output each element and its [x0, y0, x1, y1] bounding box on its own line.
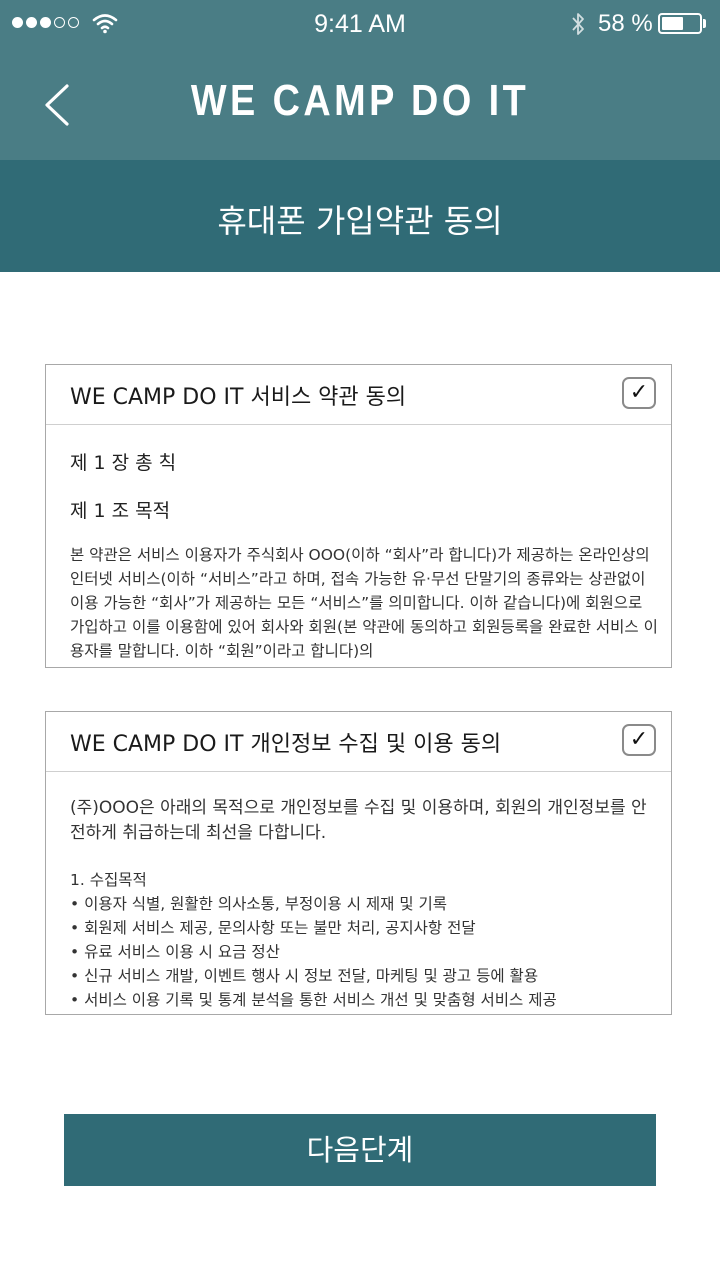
terms-chapter-heading: 제 1 장 총 칙	[70, 452, 177, 474]
list-item: 신규 서비스 개발, 이벤트 행사 시 정보 전달, 마케팅 및 광고 등에 활…	[70, 964, 657, 988]
list-item: 서비스 이용 기록 및 통계 분석을 통한 서비스 개선 및 맞춤형 서비스 제…	[70, 988, 657, 1012]
list-item: 회원제 서비스 제공, 문의사항 또는 불만 처리, 공지사항 전달	[70, 916, 657, 940]
service-terms-title: WE CAMP DO IT 서비스 약관 동의	[70, 385, 407, 410]
list-item: 유료 서비스 이용 시 요금 정산	[70, 940, 657, 964]
page-header: 휴대폰 가입약관 동의	[0, 160, 720, 272]
battery-percent: 58 %	[598, 10, 653, 37]
service-terms-box: WE CAMP DO IT 서비스 약관 동의 ✓ 제 1 장 총 칙 제 1 …	[45, 364, 672, 668]
page-title: 휴대폰 가입약관 동의	[217, 202, 503, 240]
service-terms-content[interactable]: 제 1 장 총 칙 제 1 조 목적 본 약관은 서비스 이용자가 주식회사 O…	[70, 425, 657, 667]
purpose-list: 이용자 식별, 원활한 의사소통, 부정이용 시 제재 및 기록 회원제 서비스…	[70, 892, 657, 1012]
list-item: 이용자 식별, 원활한 의사소통, 부정이용 시 제재 및 기록	[70, 892, 657, 916]
battery-nub	[703, 19, 706, 28]
bluetooth-icon	[572, 13, 584, 35]
battery-icon	[658, 13, 702, 34]
privacy-terms-checkbox[interactable]: ✓	[622, 724, 656, 756]
privacy-terms-title: WE CAMP DO IT 개인정보 수집 및 이용 동의	[70, 732, 502, 757]
service-terms-header: WE CAMP DO IT 서비스 약관 동의 ✓	[46, 365, 671, 425]
privacy-intro-text: (주)OOO은 아래의 목적으로 개인정보를 수집 및 이용하며, 회원의 개인…	[70, 798, 647, 843]
app-title: WE CAMP DO IT	[190, 76, 530, 125]
privacy-terms-header: WE CAMP DO IT 개인정보 수집 및 이용 동의 ✓	[46, 712, 671, 772]
next-step-button[interactable]: 다음단계	[64, 1114, 656, 1186]
app-bar: WE CAMP DO IT	[0, 48, 720, 160]
privacy-terms-box: WE CAMP DO IT 개인정보 수집 및 이용 동의 ✓ (주)OOO은 …	[45, 711, 672, 1015]
privacy-terms-content[interactable]: (주)OOO은 아래의 목적으로 개인정보를 수집 및 이용하며, 회원의 개인…	[70, 772, 657, 1014]
battery-level	[662, 17, 683, 30]
checkmark-icon: ✓	[629, 727, 649, 752]
purpose-heading: 1. 수집목적	[70, 871, 147, 889]
terms-article-heading: 제 1 조 목적	[70, 500, 171, 522]
terms-paragraph: 본 약관은 서비스 이용자가 주식회사 OOO(이하 “회사”라 합니다)가 제…	[70, 546, 657, 660]
service-terms-checkbox[interactable]: ✓	[622, 377, 656, 409]
status-bar: 9:41 AM 58 %	[0, 0, 720, 48]
checkmark-icon: ✓	[629, 380, 649, 405]
